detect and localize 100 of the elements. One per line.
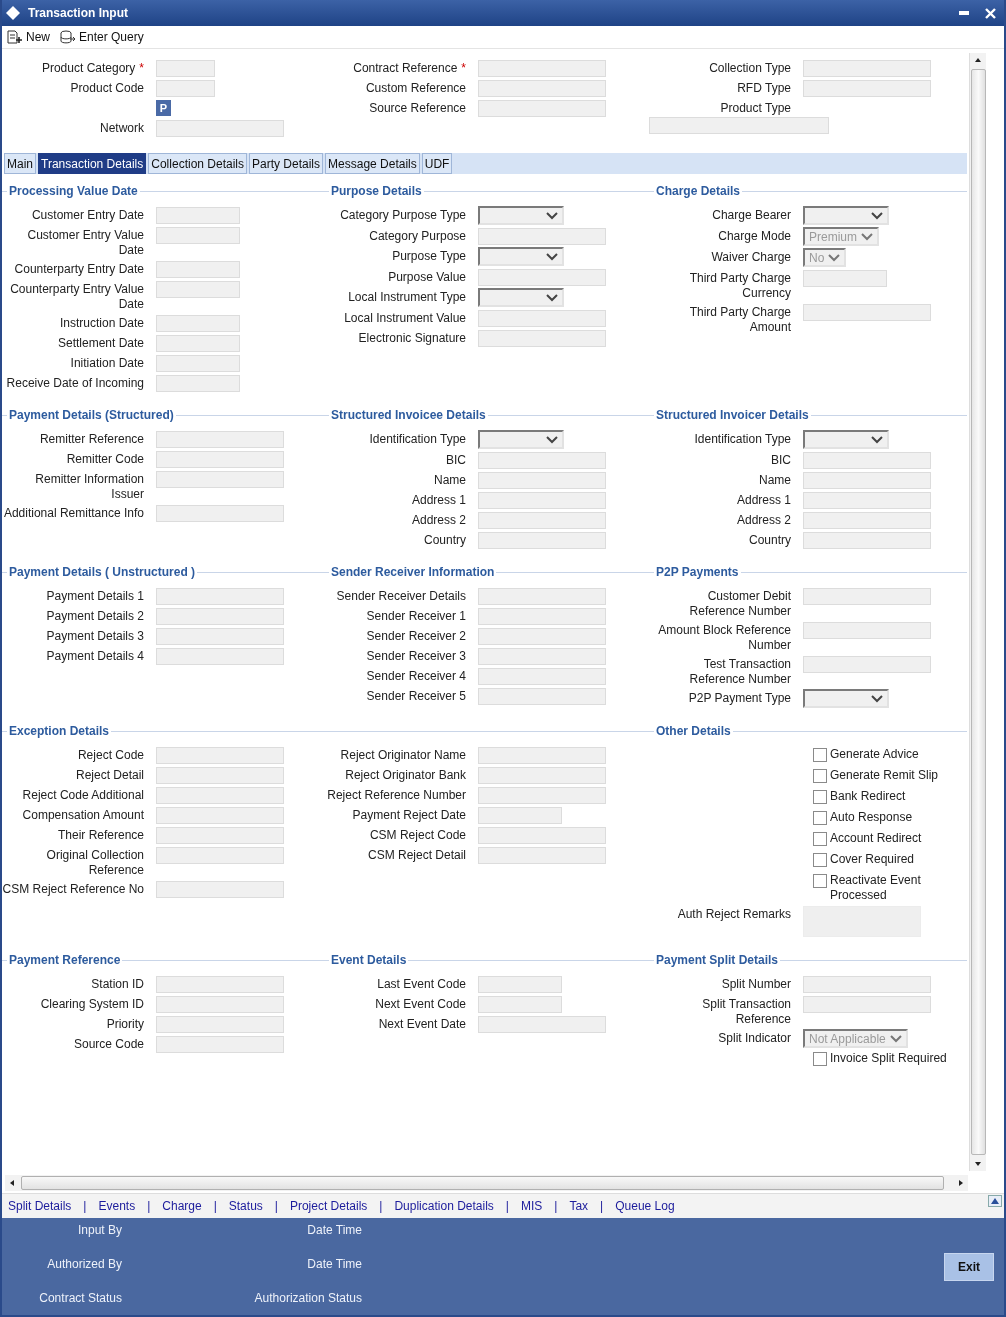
text-field[interactable] bbox=[156, 375, 240, 392]
text-field[interactable] bbox=[156, 60, 215, 77]
text-field[interactable] bbox=[156, 847, 284, 864]
tab[interactable]: UDF bbox=[421, 153, 453, 174]
text-field[interactable] bbox=[803, 532, 931, 549]
minimize-icon[interactable] bbox=[959, 11, 969, 15]
footer-link[interactable]: MIS bbox=[520, 1199, 543, 1213]
text-field[interactable] bbox=[803, 492, 931, 509]
text-field[interactable] bbox=[478, 60, 606, 77]
text-field[interactable] bbox=[803, 452, 931, 469]
text-field[interactable] bbox=[156, 588, 284, 605]
footer-link[interactable]: Duplication Details bbox=[394, 1199, 494, 1213]
close-icon[interactable] bbox=[985, 7, 996, 19]
text-field[interactable] bbox=[156, 1036, 284, 1053]
footer-link[interactable]: Queue Log bbox=[615, 1199, 675, 1213]
text-field[interactable] bbox=[156, 976, 284, 993]
text-field[interactable] bbox=[478, 269, 606, 286]
toolbar-button[interactable]: New bbox=[4, 30, 53, 44]
text-field[interactable] bbox=[156, 608, 284, 625]
checkbox[interactable] bbox=[813, 853, 827, 867]
text-field[interactable] bbox=[156, 335, 240, 352]
tab[interactable]: Transaction Details bbox=[38, 153, 147, 174]
text-field[interactable] bbox=[156, 1016, 284, 1033]
text-field[interactable] bbox=[478, 747, 606, 764]
text-field[interactable] bbox=[478, 827, 606, 844]
text-field[interactable] bbox=[478, 628, 606, 645]
tab[interactable]: Collection Details bbox=[148, 153, 247, 174]
text-field[interactable] bbox=[478, 787, 606, 804]
text-field[interactable] bbox=[478, 767, 606, 784]
text-field[interactable] bbox=[156, 827, 284, 844]
text-field[interactable] bbox=[803, 622, 931, 639]
footer-link[interactable]: Tax bbox=[569, 1199, 589, 1213]
text-field[interactable] bbox=[803, 472, 931, 489]
text-field[interactable] bbox=[478, 648, 606, 665]
scroll-thumb[interactable] bbox=[21, 1176, 944, 1190]
text-field[interactable] bbox=[803, 976, 931, 993]
text-field[interactable] bbox=[156, 471, 284, 488]
text-field[interactable] bbox=[156, 451, 284, 468]
footer-link[interactable]: Status bbox=[228, 1199, 263, 1213]
text-field[interactable] bbox=[478, 472, 606, 489]
dropdown[interactable] bbox=[478, 288, 564, 307]
text-field[interactable] bbox=[156, 261, 240, 278]
lookup-button[interactable]: P bbox=[156, 100, 171, 116]
text-field[interactable] bbox=[478, 807, 562, 824]
exit-button[interactable]: Exit bbox=[944, 1252, 994, 1281]
text-field[interactable] bbox=[156, 281, 240, 298]
text-field[interactable] bbox=[478, 512, 606, 529]
text-field[interactable] bbox=[478, 996, 562, 1013]
checkbox[interactable] bbox=[813, 790, 827, 804]
tab[interactable]: Party Details bbox=[249, 153, 324, 174]
text-field[interactable] bbox=[156, 431, 284, 448]
text-field[interactable] bbox=[478, 976, 562, 993]
text-field[interactable] bbox=[156, 315, 240, 332]
checkbox[interactable] bbox=[813, 832, 827, 846]
text-field[interactable] bbox=[478, 310, 606, 327]
dropdown[interactable] bbox=[803, 430, 889, 449]
footer-link[interactable]: Split Details bbox=[8, 1199, 72, 1213]
text-field[interactable] bbox=[478, 1016, 606, 1033]
text-field[interactable] bbox=[478, 492, 606, 509]
text-field[interactable] bbox=[478, 100, 606, 117]
text-field[interactable] bbox=[156, 355, 240, 372]
text-field[interactable] bbox=[156, 207, 240, 224]
text-field[interactable] bbox=[156, 787, 284, 804]
text-field[interactable] bbox=[478, 847, 606, 864]
text-field[interactable] bbox=[803, 512, 931, 529]
text-field[interactable] bbox=[478, 80, 606, 97]
text-field[interactable] bbox=[649, 117, 829, 134]
text-field[interactable] bbox=[478, 228, 606, 245]
checkbox[interactable] bbox=[813, 1052, 827, 1066]
text-field[interactable] bbox=[478, 688, 606, 705]
text-field[interactable] bbox=[803, 996, 931, 1013]
text-field[interactable] bbox=[478, 532, 606, 549]
text-field[interactable] bbox=[156, 227, 240, 244]
text-field[interactable] bbox=[478, 330, 606, 347]
text-field[interactable] bbox=[478, 608, 606, 625]
text-field[interactable] bbox=[156, 747, 284, 764]
horizontal-scrollbar[interactable] bbox=[5, 1175, 968, 1191]
text-field[interactable] bbox=[803, 656, 931, 673]
footer-link[interactable]: Events bbox=[98, 1199, 136, 1213]
text-field[interactable] bbox=[156, 120, 284, 137]
footer-link[interactable]: Project Details bbox=[289, 1199, 368, 1213]
toolbar-button[interactable]: Enter Query bbox=[57, 29, 147, 45]
text-field[interactable] bbox=[156, 807, 284, 824]
text-field[interactable] bbox=[803, 80, 931, 97]
text-field[interactable] bbox=[803, 304, 931, 321]
checkbox[interactable] bbox=[813, 811, 827, 825]
dropdown[interactable] bbox=[803, 689, 889, 708]
footer-link[interactable]: Charge bbox=[162, 1199, 202, 1213]
checkbox[interactable] bbox=[813, 874, 827, 888]
checkbox[interactable] bbox=[813, 769, 827, 783]
text-field[interactable] bbox=[803, 588, 931, 605]
checkbox[interactable] bbox=[813, 748, 827, 762]
text-field[interactable] bbox=[156, 648, 284, 665]
text-field[interactable] bbox=[478, 668, 606, 685]
text-field[interactable] bbox=[156, 996, 284, 1013]
text-field[interactable] bbox=[156, 505, 284, 522]
dropdown[interactable] bbox=[478, 247, 564, 266]
tab[interactable]: Main bbox=[4, 153, 36, 174]
text-field[interactable] bbox=[478, 588, 606, 605]
tab[interactable]: Message Details bbox=[325, 153, 420, 174]
